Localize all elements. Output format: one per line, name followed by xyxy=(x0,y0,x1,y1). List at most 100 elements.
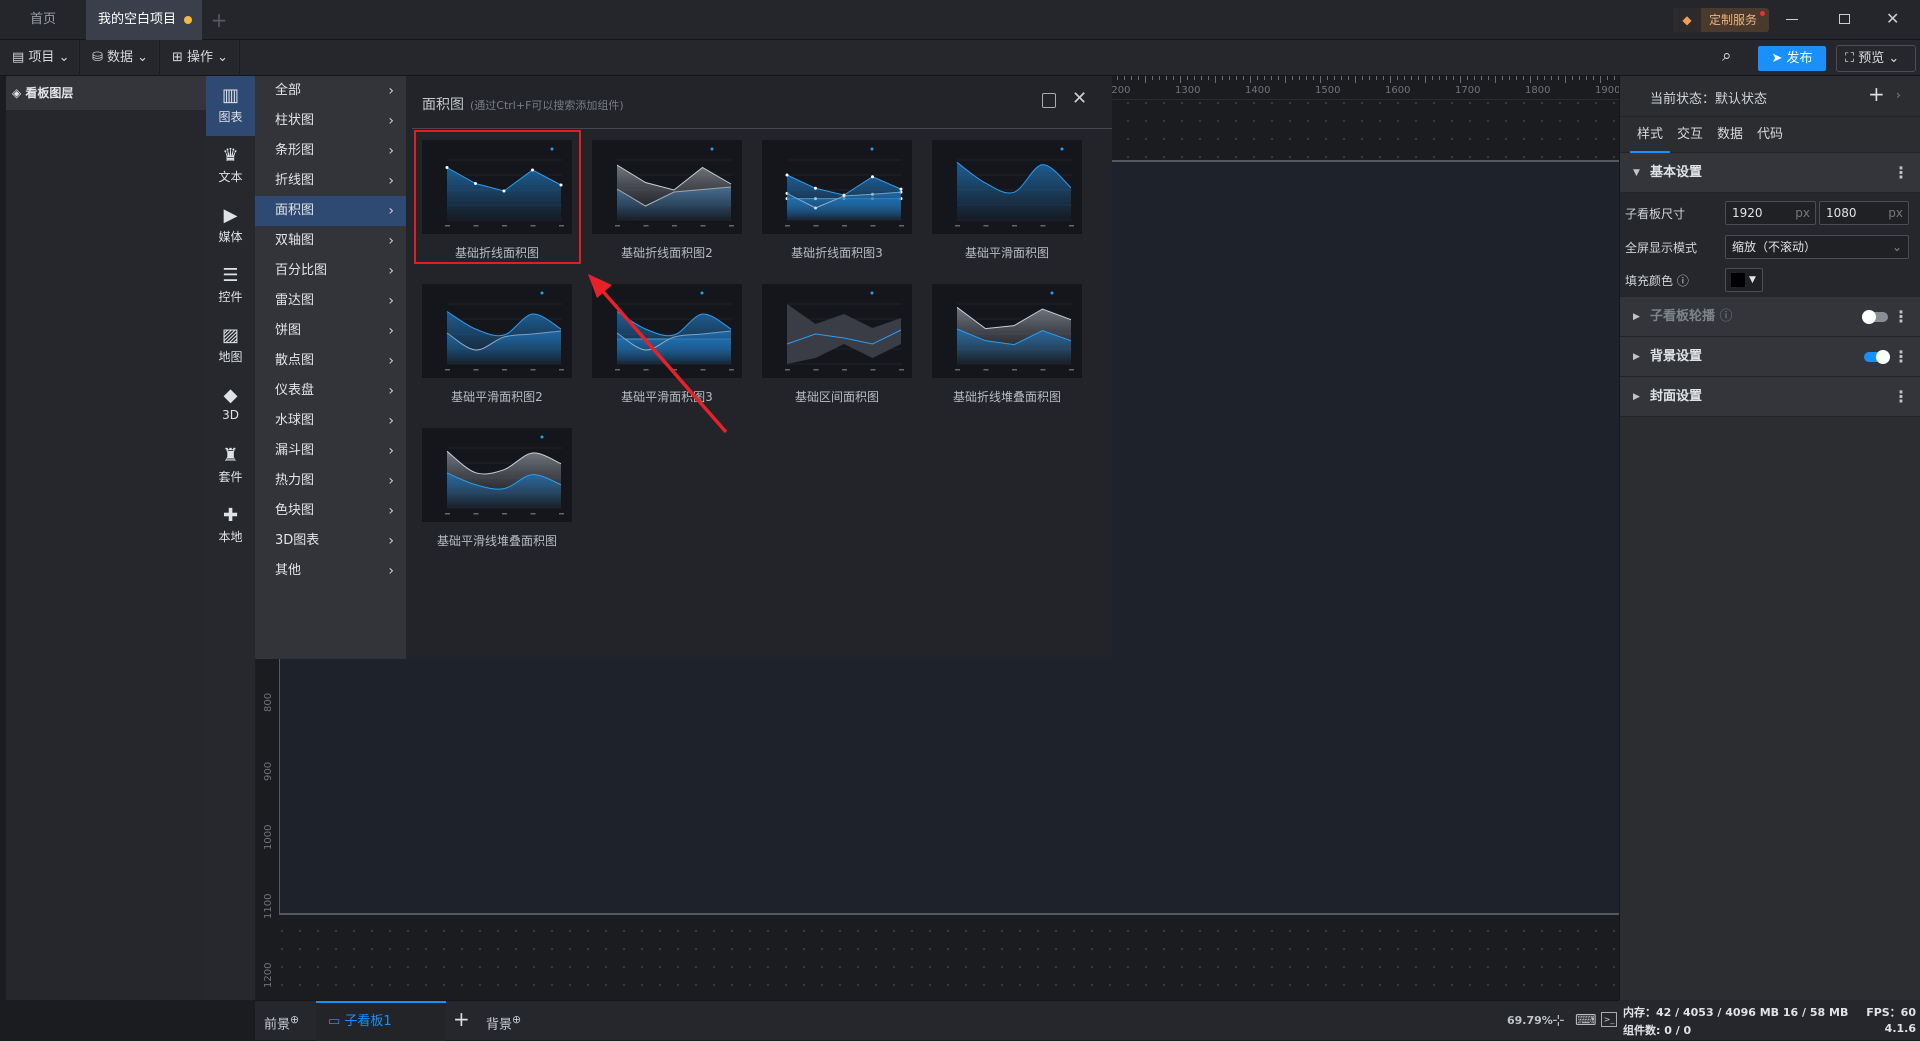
axis-tick-label xyxy=(1069,369,1074,371)
property-tab[interactable]: 代码 xyxy=(1750,117,1790,153)
add-state-icon[interactable]: + xyxy=(1868,82,1885,106)
fill-color-picker[interactable]: ▼ xyxy=(1725,268,1763,292)
menu-project-label: 项目 xyxy=(28,50,55,65)
category-item[interactable]: 3D图表 › xyxy=(255,526,406,556)
keyboard-icon[interactable]: ⌨ xyxy=(1575,1011,1597,1029)
rail-item-widget[interactable]: ☰ 控件 xyxy=(206,256,255,316)
axis-tick-label xyxy=(1012,369,1017,371)
height-value: 1080 xyxy=(1826,206,1857,220)
add-tab-button[interactable]: + xyxy=(206,0,232,40)
rail-item-label: 本地 xyxy=(218,530,243,544)
category-item[interactable]: 水球图 › xyxy=(255,406,406,436)
component-card[interactable]: 基础折线面积图2 xyxy=(592,140,742,261)
axis-tick-label xyxy=(700,369,706,371)
foreground-button[interactable]: 前景⊕ xyxy=(264,1013,299,1032)
background-toggle[interactable] xyxy=(1864,350,1890,364)
menu-operation[interactable]: ⊞ 操作 ⌄ xyxy=(160,40,240,76)
menu-data[interactable]: ⛁ 数据 ⌄ xyxy=(80,40,160,76)
card-thumbnail xyxy=(422,284,572,378)
rail-item-bar-chart[interactable]: ▥ 图表 xyxy=(206,76,255,136)
rail-item-shirt[interactable]: ♜ 套件 xyxy=(206,436,255,496)
layers-title: 看板图层 xyxy=(25,86,74,100)
restore-icon[interactable] xyxy=(1839,14,1850,24)
menu-project[interactable]: ▤ 项目 ⌄ xyxy=(0,40,80,76)
category-item[interactable]: 百分比图 › xyxy=(255,256,406,286)
chevron-right-icon: › xyxy=(388,263,394,279)
help-icon[interactable]: ⓘ xyxy=(1677,274,1689,288)
menu-data-label: 数据 xyxy=(107,50,134,65)
close-icon[interactable]: ✕ xyxy=(1886,9,1899,28)
fit-screen-icon[interactable]: ⊹ xyxy=(1552,1011,1565,1029)
category-item[interactable]: 柱状图 › xyxy=(255,106,406,136)
terminal-icon[interactable]: >_ xyxy=(1601,1012,1617,1027)
property-tab[interactable]: 交互 xyxy=(1670,117,1710,153)
category-item[interactable]: 条形图 › xyxy=(255,136,406,166)
board-tab[interactable]: ▭ 子看板1 xyxy=(316,1001,446,1041)
section-background[interactable]: ▶ 背景设置 ⋮ xyxy=(1620,337,1920,377)
rail-item-crown[interactable]: ♛ 文本 xyxy=(206,136,255,196)
rail-item-cube[interactable]: ◆ 3D xyxy=(206,376,255,436)
legend-marker xyxy=(870,147,874,151)
ruler-label: 1100 xyxy=(263,893,274,919)
property-tab[interactable]: 样式 xyxy=(1630,117,1670,153)
title-bar: 首页 我的空白项目 + ◆ 定制服务 ✕ xyxy=(0,0,1920,40)
category-item[interactable]: 雷达图 › xyxy=(255,286,406,316)
chevron-right-icon[interactable]: › xyxy=(1896,88,1901,102)
add-board-button[interactable]: + xyxy=(453,1007,470,1031)
category-item[interactable]: 折线图 › xyxy=(255,166,406,196)
background-button[interactable]: 背景⊕ xyxy=(486,1013,521,1032)
layers-panel: ◈ 看板图层 xyxy=(6,76,206,1000)
tab-home[interactable]: 首页 xyxy=(0,0,86,40)
popup-close-icon[interactable]: ✕ xyxy=(1072,88,1087,109)
component-card[interactable]: 基础平滑面积图2 xyxy=(422,284,572,405)
more-icon[interactable]: ⋮ xyxy=(1893,377,1909,417)
caret-right-icon: ▶ xyxy=(1633,312,1640,322)
search-icon[interactable]: ⌕ xyxy=(1722,46,1732,66)
more-icon[interactable]: ⋮ xyxy=(1893,153,1909,193)
more-icon[interactable]: ⋮ xyxy=(1893,297,1909,337)
component-card[interactable]: 基础平滑面积图3 xyxy=(592,284,742,405)
component-card[interactable]: 基础折线面积图 xyxy=(414,130,581,264)
help-icon[interactable]: ⓘ xyxy=(1720,309,1733,324)
card-label: 基础折线面积图3 xyxy=(791,246,883,260)
component-card[interactable]: 基础平滑面积图 xyxy=(932,140,1082,261)
section-carousel[interactable]: ▶ 子看板轮播 ⓘ ⋮ xyxy=(1620,297,1920,337)
height-input[interactable]: 1080 px xyxy=(1819,201,1909,225)
section-basic[interactable]: ▼ 基本设置 ⋮ xyxy=(1620,153,1920,193)
preview-button[interactable]: ⛶ 预览 ⌄ xyxy=(1836,45,1916,72)
category-item[interactable]: 其他 › xyxy=(255,556,406,586)
mode-select[interactable]: 缩放（不滚动） ⌄ xyxy=(1725,235,1909,259)
category-item[interactable]: 面积图 › xyxy=(255,196,406,226)
component-card[interactable]: 基础折线面积图3 xyxy=(762,140,912,261)
fill-label-row: 填充颜色 ⓘ xyxy=(1625,272,1689,289)
width-input[interactable]: 1920 px xyxy=(1725,201,1816,225)
category-item[interactable]: 色块图 › xyxy=(255,496,406,526)
copy-icon[interactable] xyxy=(1042,93,1056,108)
custom-service-button[interactable]: ◆ 定制服务 xyxy=(1673,8,1769,32)
card-thumbnail xyxy=(422,428,572,522)
memory-status: 内存：42 / 4053 / 4096 MB 16 / 58 MB xyxy=(1623,1006,1849,1019)
category-item[interactable]: 热力图 › xyxy=(255,466,406,496)
rail-item-map[interactable]: ▨ 地图 xyxy=(206,316,255,376)
category-item[interactable]: 漏斗图 › xyxy=(255,436,406,466)
property-tab[interactable]: 数据 xyxy=(1710,117,1750,153)
unsaved-dot xyxy=(184,16,192,24)
more-icon[interactable]: ⋮ xyxy=(1893,337,1909,377)
tab-project[interactable]: 我的空白项目 xyxy=(86,0,202,40)
category-item[interactable]: 仪表盘 › xyxy=(255,376,406,406)
category-item[interactable]: 双轴图 › xyxy=(255,226,406,256)
rail-item-camera[interactable]: ▶ 媒体 xyxy=(206,196,255,256)
minimize-icon[interactable] xyxy=(1786,19,1798,20)
category-item[interactable]: 散点图 › xyxy=(255,346,406,376)
axis-tick-label xyxy=(615,225,620,227)
component-card[interactable]: 基础平滑线堆叠面积图 xyxy=(422,428,572,549)
category-item[interactable]: 全部 › xyxy=(255,76,406,106)
component-card[interactable]: 基础折线堆叠面积图 xyxy=(932,284,1082,405)
rail-item-puzzle[interactable]: ✚ 本地 xyxy=(206,496,255,556)
publish-button[interactable]: ➤ 发布 xyxy=(1758,46,1826,71)
section-cover[interactable]: ▶ 封面设置 ⋮ xyxy=(1620,377,1920,417)
category-item[interactable]: 饼图 › xyxy=(255,316,406,346)
carousel-toggle[interactable] xyxy=(1862,310,1888,324)
section-basic-title: 基本设置 xyxy=(1650,165,1703,180)
component-card[interactable]: 基础区间面积图 xyxy=(762,284,912,405)
